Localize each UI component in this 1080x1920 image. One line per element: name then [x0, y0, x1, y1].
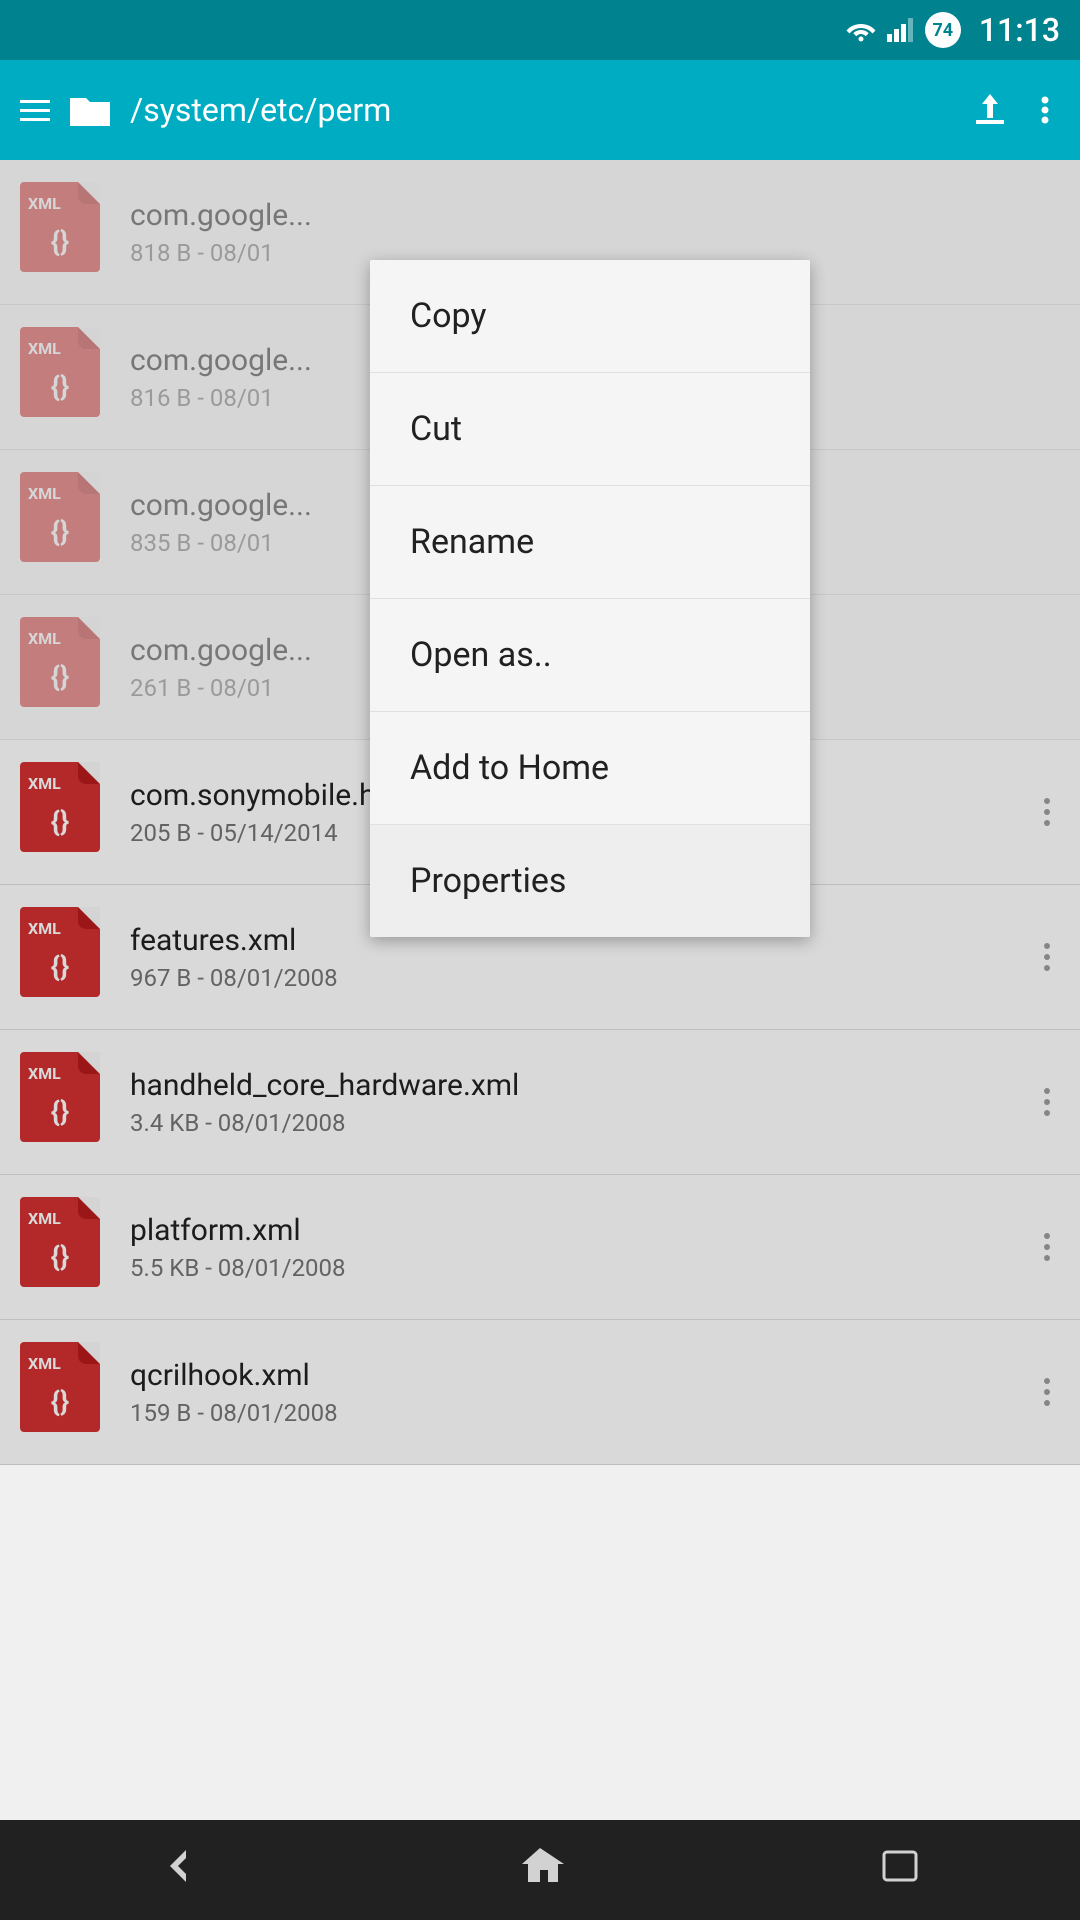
nav-home-button[interactable]: [516, 1842, 564, 1899]
wifi-icon: [845, 18, 877, 42]
context-menu-copy[interactable]: Copy: [370, 260, 810, 373]
context-menu: Copy Cut Rename Open as.. Add to Home Pr…: [370, 260, 810, 937]
context-menu-cut[interactable]: Cut: [370, 373, 810, 486]
status-bar: 74 11:13: [0, 0, 1080, 60]
context-menu-properties[interactable]: Properties: [370, 825, 810, 937]
file-list: XML {} com.google... 818 B - 08/01 XML {…: [0, 160, 1080, 1465]
status-icons: 74 11:13: [845, 11, 1060, 49]
menu-icon[interactable]: [20, 100, 50, 121]
context-menu-rename[interactable]: Rename: [370, 486, 810, 599]
nav-recent-button[interactable]: [876, 1842, 924, 1899]
folder-icon: [66, 90, 114, 130]
nav-bar: [0, 1820, 1080, 1920]
more-icon[interactable]: [1030, 90, 1060, 130]
status-time: 11:13: [979, 11, 1060, 49]
toolbar-path: /system/etc/perm: [130, 91, 954, 129]
toolbar-actions: [970, 90, 1060, 130]
context-menu-add-to-home[interactable]: Add to Home: [370, 712, 810, 825]
context-menu-open-as[interactable]: Open as..: [370, 599, 810, 712]
nav-back-button[interactable]: [156, 1842, 204, 1899]
toolbar: /system/etc/perm: [0, 60, 1080, 160]
upload-icon[interactable]: [970, 90, 1010, 130]
signal-icon: [887, 18, 915, 42]
battery-badge: 74: [925, 12, 961, 48]
